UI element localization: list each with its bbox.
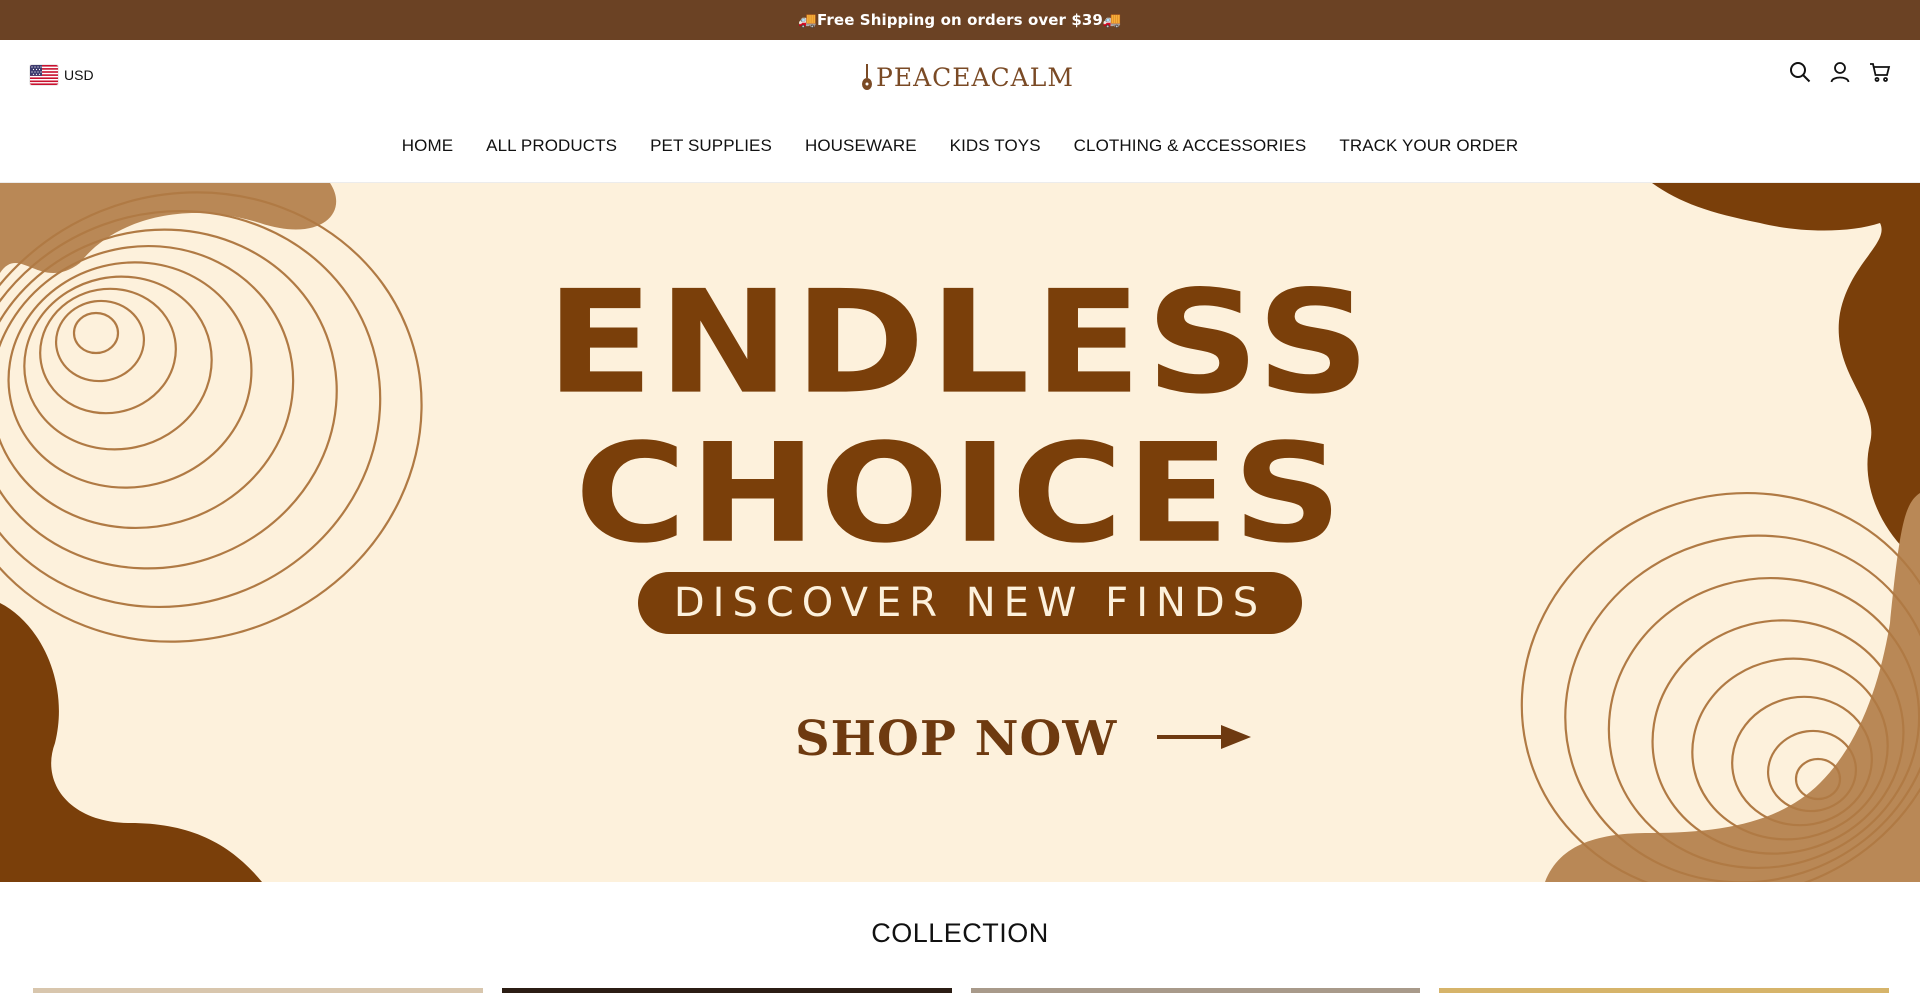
arrow-right-icon	[1157, 722, 1253, 757]
announcement-text: 🚚Free Shipping on orders over $39🚚	[798, 11, 1122, 29]
hero-tagline-pill: DISCOVER NEW FINDS	[638, 572, 1302, 634]
nav-item-pet-supplies[interactable]: PET SUPPLIES	[650, 136, 772, 156]
shop-now-label: SHOP NOW	[795, 711, 1118, 767]
header-actions	[1788, 60, 1892, 84]
site-header: USD PEACEACALM HOME ALL PRODUCTS PET SUP…	[0, 40, 1920, 183]
main-nav: HOME ALL PRODUCTS PET SUPPLIES HOUSEWARE…	[0, 136, 1920, 156]
nav-item-all-products[interactable]: ALL PRODUCTS	[486, 136, 617, 156]
nav-item-kids-toys[interactable]: KIDS TOYS	[950, 136, 1041, 156]
shop-now-button[interactable]: SHOP NOW	[795, 711, 1253, 767]
site-logo[interactable]: PEACEACALM	[860, 57, 1074, 97]
logo-text: PEACEACALM	[876, 62, 1074, 92]
collection-grid	[33, 988, 1889, 993]
hero-tagline: DISCOVER NEW FINDS	[673, 580, 1267, 626]
collection-card-1[interactable]	[33, 988, 483, 993]
announcement-bar: 🚚Free Shipping on orders over $39🚚	[0, 0, 1920, 40]
nav-item-home[interactable]: HOME	[402, 136, 453, 156]
collection-card-3[interactable]	[970, 988, 1421, 993]
collection-card-4[interactable]	[1439, 988, 1889, 993]
search-icon[interactable]	[1788, 60, 1812, 84]
account-icon[interactable]	[1828, 60, 1852, 84]
hero-headline-line2: CHOICES	[574, 413, 1346, 574]
nav-item-clothing-accessories[interactable]: CLOTHING & ACCESSORIES	[1074, 136, 1307, 156]
nav-item-track-order[interactable]: TRACK YOUR ORDER	[1339, 136, 1518, 156]
currency-selector[interactable]: USD	[30, 65, 94, 85]
nav-item-houseware[interactable]: HOUSEWARE	[805, 136, 917, 156]
hero-banner[interactable]: ENDLESS CHOICES DISCOVER NEW FINDS SHOP …	[0, 183, 1920, 882]
hero-headline-line1: ENDLESS	[545, 260, 1375, 426]
logo-guitar-icon	[860, 62, 874, 92]
collection-card-2[interactable]	[501, 988, 952, 993]
collection-heading: COLLECTION	[871, 918, 1049, 948]
currency-code: USD	[64, 67, 94, 83]
cart-icon[interactable]	[1868, 60, 1892, 84]
us-flag-icon	[30, 65, 58, 85]
